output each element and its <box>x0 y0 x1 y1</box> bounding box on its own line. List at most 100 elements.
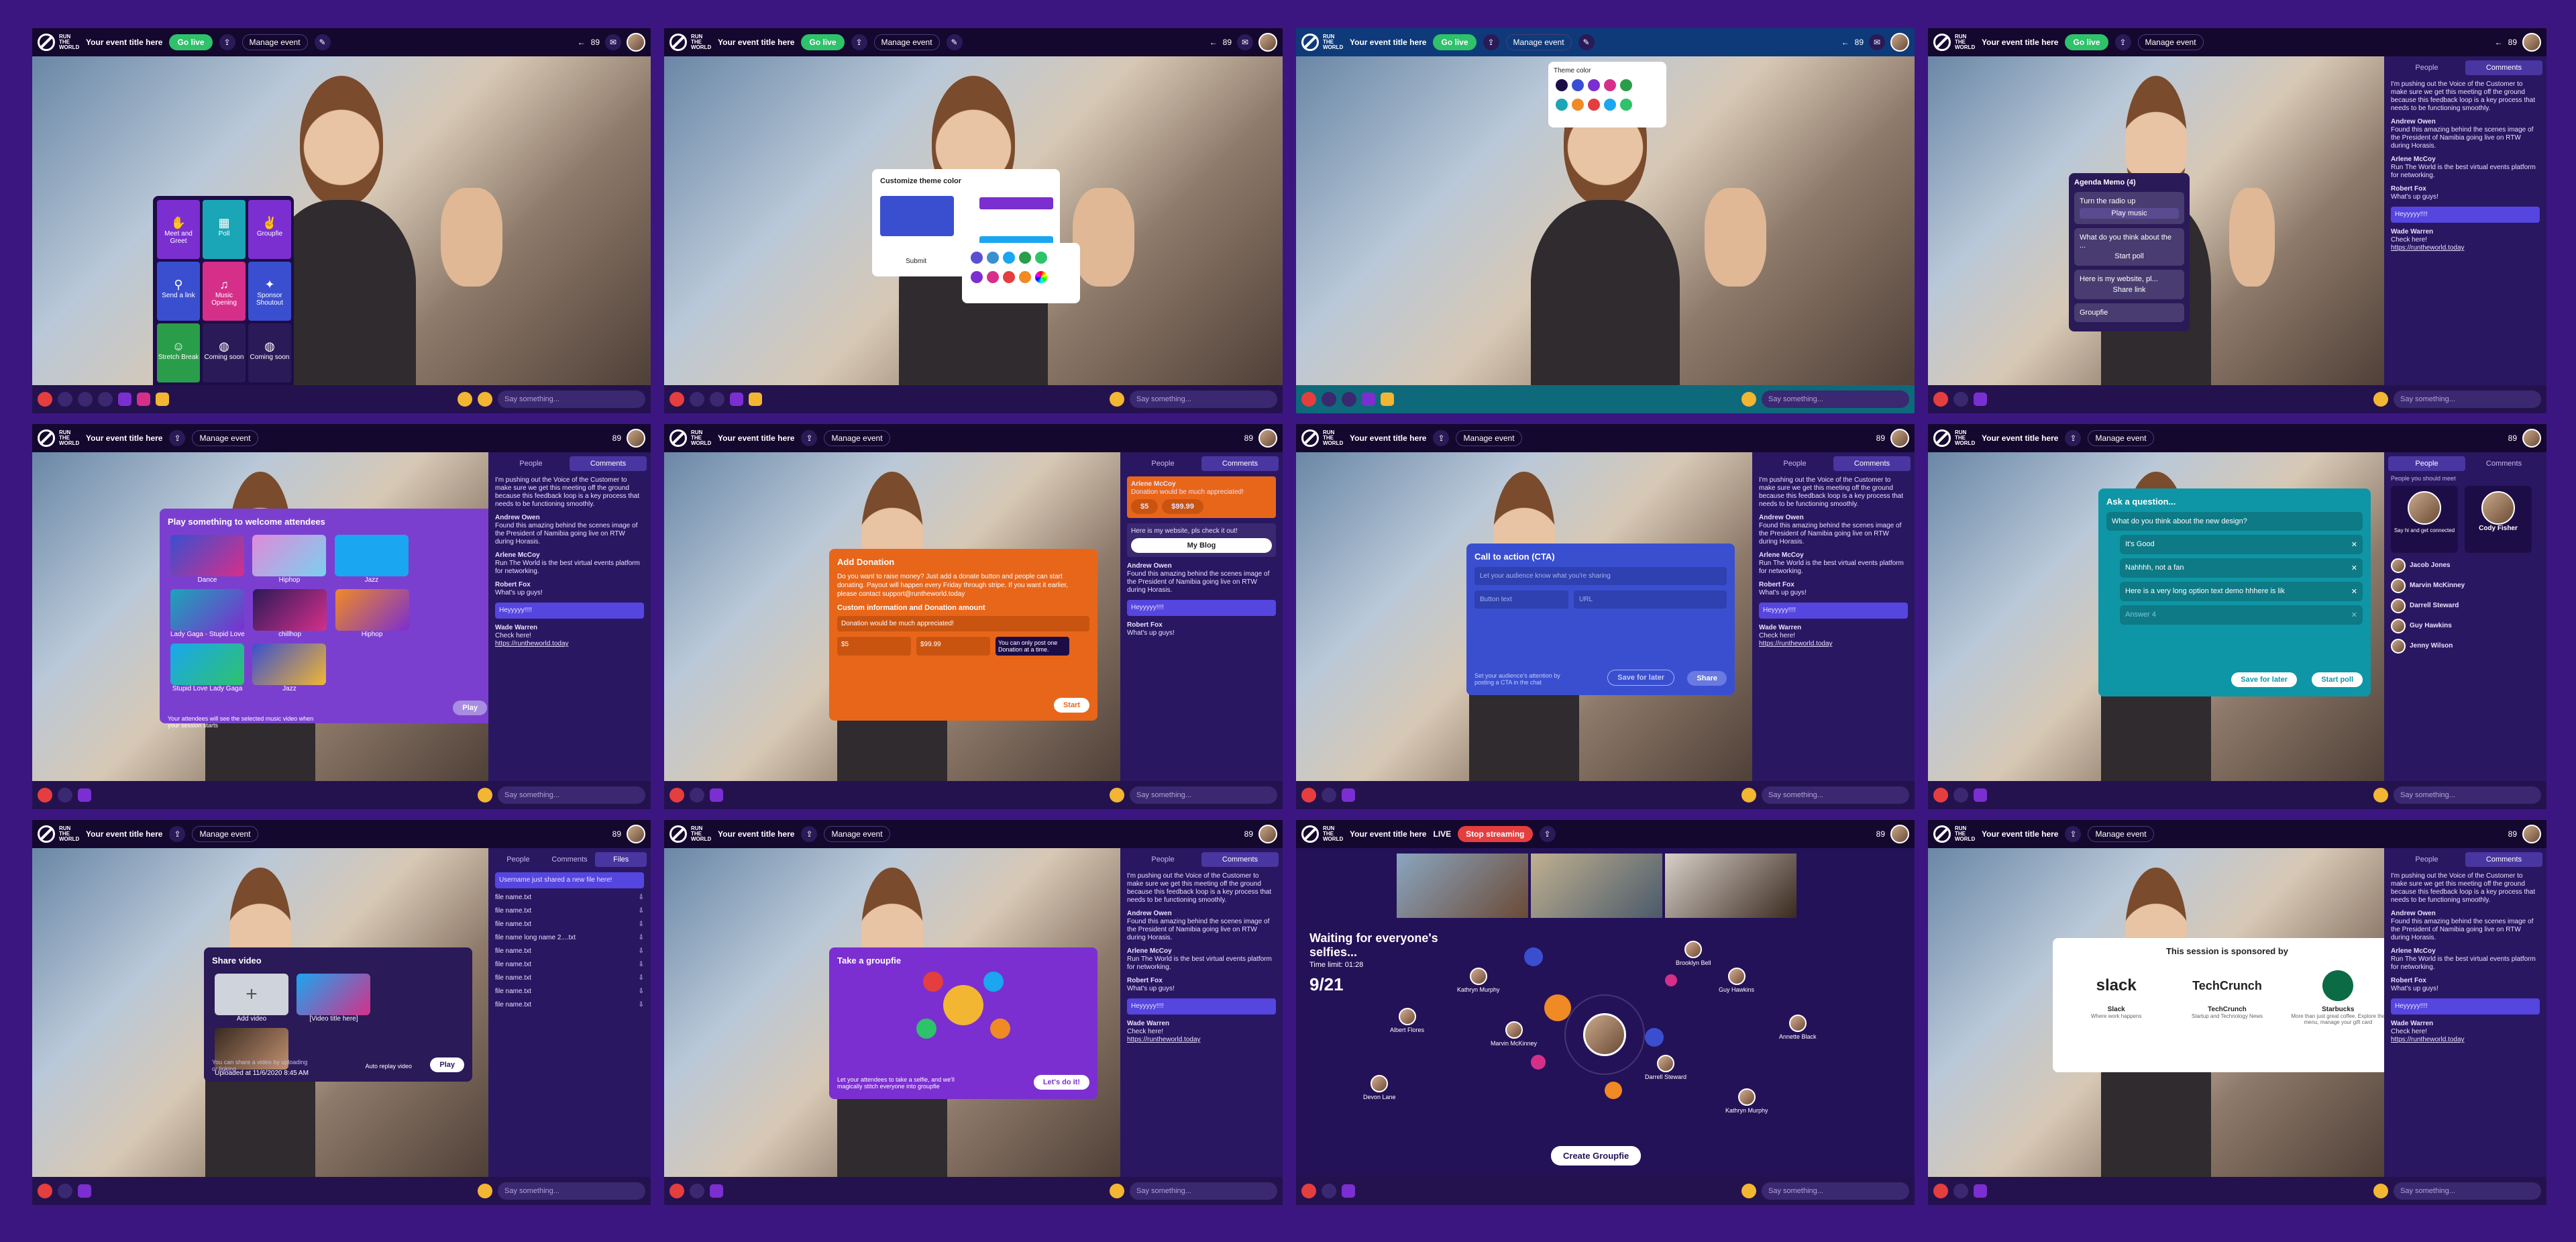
chat-input[interactable]: Say something... <box>498 786 645 804</box>
arrow-icon[interactable]: ← <box>578 38 586 47</box>
swatch[interactable] <box>1572 79 1584 91</box>
arrow-icon[interactable]: ← <box>1841 38 1849 47</box>
camera-icon[interactable] <box>1322 392 1336 407</box>
manage-event-button[interactable]: Manage event <box>824 826 890 842</box>
tab-people[interactable]: People <box>492 456 570 471</box>
swatch[interactable] <box>1588 79 1600 91</box>
chat-input[interactable]: Say something... <box>1130 786 1277 804</box>
chat-link[interactable]: https://runtheworld.today <box>2391 1036 2465 1043</box>
leave-icon[interactable] <box>38 788 52 803</box>
swatch[interactable] <box>1588 99 1600 111</box>
app-music-opening[interactable]: ♫ Music Opening <box>203 262 246 321</box>
save-later-button[interactable]: Save for later <box>1607 670 1674 686</box>
arrow-icon[interactable]: ← <box>2495 38 2503 47</box>
app-icon[interactable] <box>137 393 150 406</box>
camera-icon[interactable] <box>58 392 72 407</box>
share-link-button[interactable]: Share link <box>2080 286 2179 294</box>
emoji-icon[interactable] <box>478 788 492 803</box>
file-row[interactable]: file name.txt ⇩ <box>495 961 644 969</box>
track-card[interactable]: Jazz <box>252 643 327 692</box>
share-icon[interactable]: ⇪ <box>2065 430 2082 446</box>
app-icon[interactable] <box>1381 393 1394 406</box>
close-icon[interactable]: ✕ <box>2351 611 2357 619</box>
start-button[interactable]: Start <box>1053 698 1089 713</box>
theme-icon[interactable]: ✎ <box>1578 34 1595 50</box>
swatch[interactable] <box>1620 79 1632 91</box>
question-input[interactable]: What do you think about the new design? <box>2106 512 2363 531</box>
go-live-button[interactable]: Go live <box>801 34 845 50</box>
track-card[interactable]: chillhop <box>253 589 327 638</box>
track-card[interactable]: Lady Gaga - Stupid Love <box>170 589 245 638</box>
leave-icon[interactable] <box>1933 1184 1948 1198</box>
swatch[interactable] <box>971 271 983 283</box>
button-text-input[interactable]: Button text <box>1474 590 1568 609</box>
share-icon[interactable]: ⇪ <box>801 430 818 446</box>
person-row[interactable]: Jenny Wilson <box>2391 639 2540 654</box>
answer-input[interactable]: It's Good ✕ <box>2120 535 2363 554</box>
person-row[interactable]: Darrell Steward <box>2391 599 2540 613</box>
file-row[interactable]: file name.txt ⇩ <box>495 947 644 955</box>
swatch[interactable] <box>1019 271 1031 283</box>
person-row[interactable]: Guy Hawkins <box>2391 619 2540 633</box>
manage-event-button[interactable]: Manage event <box>1505 34 1572 50</box>
swatch[interactable] <box>971 252 983 264</box>
sponsor-card[interactable]: slack Slack Where work happens <box>2070 966 2163 1025</box>
chat-input[interactable]: Say something... <box>498 1182 645 1200</box>
lets-do-it-button[interactable]: Let's do it! <box>1033 1075 1089 1090</box>
track-card[interactable]: Hiphop <box>252 535 327 584</box>
manage-event-button[interactable]: Manage event <box>2137 34 2204 50</box>
file-row[interactable]: file name.txt ⇩ <box>495 1001 644 1009</box>
theme-icon[interactable]: ✎ <box>314 34 331 50</box>
chat-input[interactable]: Say something... <box>1762 1182 1909 1200</box>
tab-people[interactable]: People <box>2388 60 2465 75</box>
emoji-icon[interactable] <box>1110 392 1124 407</box>
chat-input[interactable]: Say something... <box>2394 1182 2541 1200</box>
share-icon[interactable]: ⇪ <box>219 34 235 50</box>
share-icon[interactable]: ⇪ <box>851 34 867 50</box>
video-card[interactable]: [Video title here] <box>297 974 371 1023</box>
tab-comments[interactable]: Comments <box>1201 456 1279 471</box>
save-later-button[interactable]: Save for later <box>2231 672 2297 687</box>
agenda-item[interactable]: Here is my website, pl... Share link <box>2074 270 2184 299</box>
camera-icon[interactable] <box>1953 392 1968 407</box>
play-button[interactable]: Play <box>453 701 487 715</box>
app-icon[interactable] <box>749 393 762 406</box>
submit-button[interactable]: Submit <box>906 258 926 265</box>
leave-icon[interactable] <box>1301 1184 1316 1198</box>
avatar[interactable] <box>1258 429 1277 448</box>
manage-event-button[interactable]: Manage event <box>241 34 308 50</box>
color-select[interactable] <box>979 197 1053 209</box>
track-card[interactable]: Stupid Love Lady Gaga <box>170 643 244 692</box>
app-groupfie[interactable]: ✌ Groupfie <box>248 200 291 259</box>
share-icon[interactable]: ⇪ <box>801 826 818 842</box>
manage-event-button[interactable]: Manage event <box>192 826 258 842</box>
tab-people[interactable]: People <box>1124 852 1201 867</box>
chat-input[interactable]: Say something... <box>1130 1182 1277 1200</box>
app-sponsor-shoutout[interactable]: ✦ Sponsor Shoutout <box>248 262 291 321</box>
swatch[interactable] <box>987 271 999 283</box>
emoji-icon[interactable] <box>1741 392 1756 407</box>
app-icon[interactable] <box>730 393 743 406</box>
mic-icon[interactable] <box>710 392 724 407</box>
chat-input[interactable]: Say something... <box>1130 391 1277 408</box>
agenda-item[interactable]: Groupfie <box>2074 303 2184 322</box>
close-icon[interactable]: ✕ <box>2351 587 2357 596</box>
swatch[interactable] <box>1572 99 1584 111</box>
chat-link[interactable]: https://runtheworld.today <box>495 640 569 648</box>
tab-people[interactable]: People <box>1756 456 1833 471</box>
tab-comments[interactable]: Comments <box>2465 456 2542 471</box>
go-live-button[interactable]: Go live <box>1433 34 1477 50</box>
play-button[interactable]: Play <box>430 1057 464 1072</box>
camera-icon[interactable] <box>1953 788 1968 803</box>
track-card[interactable]: Dance <box>170 535 244 584</box>
leave-icon[interactable] <box>38 1184 52 1198</box>
emoji-icon[interactable] <box>1741 1184 1756 1198</box>
manage-event-button[interactable]: Manage event <box>2088 826 2154 842</box>
camera-icon[interactable] <box>1322 1184 1336 1198</box>
share-icon[interactable]: ⇪ <box>1539 826 1556 842</box>
tab-comments[interactable]: Comments <box>2465 60 2542 75</box>
swatch[interactable] <box>1604 99 1616 111</box>
avatar[interactable] <box>2522 825 2541 843</box>
person-card[interactable]: Say hi and get connected <box>2391 486 2458 553</box>
leave-icon[interactable] <box>1933 392 1948 407</box>
